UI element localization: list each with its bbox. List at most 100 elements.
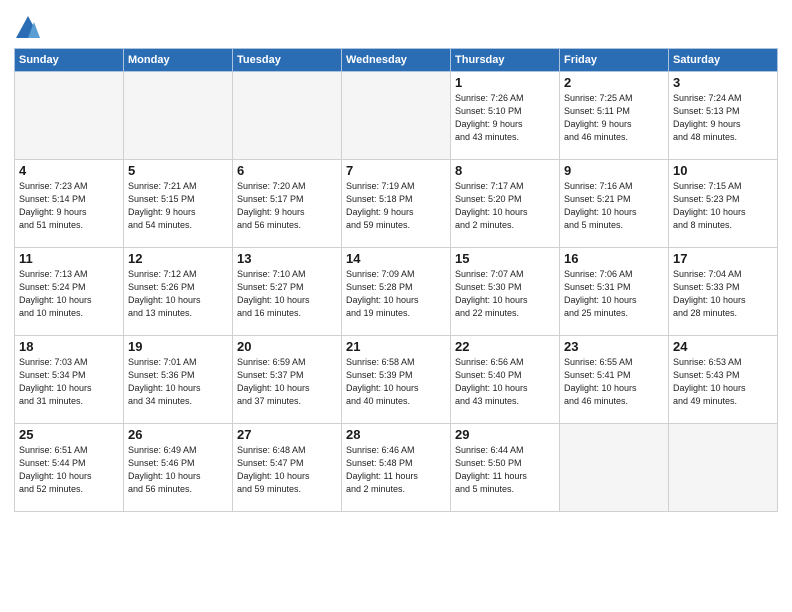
day-number: 1 xyxy=(455,75,555,90)
day-info: Sunrise: 7:01 AMSunset: 5:36 PMDaylight:… xyxy=(128,356,228,408)
day-info: Sunrise: 7:03 AMSunset: 5:34 PMDaylight:… xyxy=(19,356,119,408)
day-info: Sunrise: 6:44 AMSunset: 5:50 PMDaylight:… xyxy=(455,444,555,496)
day-info: Sunrise: 7:17 AMSunset: 5:20 PMDaylight:… xyxy=(455,180,555,232)
day-header-saturday: Saturday xyxy=(669,49,778,72)
logo xyxy=(14,14,44,42)
calendar-cell xyxy=(233,72,342,160)
day-number: 28 xyxy=(346,427,446,442)
day-info: Sunrise: 7:12 AMSunset: 5:26 PMDaylight:… xyxy=(128,268,228,320)
day-number: 4 xyxy=(19,163,119,178)
calendar-cell xyxy=(124,72,233,160)
calendar-cell: 28Sunrise: 6:46 AMSunset: 5:48 PMDayligh… xyxy=(342,424,451,512)
day-header-monday: Monday xyxy=(124,49,233,72)
day-number: 9 xyxy=(564,163,664,178)
day-number: 18 xyxy=(19,339,119,354)
day-info: Sunrise: 7:23 AMSunset: 5:14 PMDaylight:… xyxy=(19,180,119,232)
calendar-cell: 27 Sunrise: 6:48 AMSunset: 5:47 PMDayligh… xyxy=(233,424,342,512)
calendar-cell: 7 Sunrise: 7:19 AMSunset: 5:18 PMDaylight… xyxy=(342,160,451,248)
day-info: Sunrise: 7:15 AMSunset: 5:23 PMDaylight:… xyxy=(673,180,773,232)
day-info: Sunrise: 6:48 AMSunset: 5:47 PMDaylight:… xyxy=(237,444,337,496)
day-number: 24 xyxy=(673,339,773,354)
calendar-week-5: 25 Sunrise: 6:51 AMSunset: 5:44 PMDayligh… xyxy=(15,424,778,512)
calendar-week-4: 18 Sunrise: 7:03 AMSunset: 5:34 PMDayligh… xyxy=(15,336,778,424)
calendar-cell: 13 Sunrise: 7:10 AMSunset: 5:27 PMDayligh… xyxy=(233,248,342,336)
day-info: Sunrise: 7:20 AMSunset: 5:17 PMDaylight:… xyxy=(237,180,337,232)
calendar-week-3: 11Sunrise: 7:13 AMSunset: 5:24 PMDayligh… xyxy=(15,248,778,336)
calendar-cell: 25 Sunrise: 6:51 AMSunset: 5:44 PMDayligh… xyxy=(15,424,124,512)
calendar-cell: 3Sunrise: 7:24 AMSunset: 5:13 PMDaylight… xyxy=(669,72,778,160)
day-number: 23 xyxy=(564,339,664,354)
day-number: 2 xyxy=(564,75,664,90)
calendar-cell: 15 Sunrise: 7:07 AMSunset: 5:30 PMDayligh… xyxy=(451,248,560,336)
calendar-cell: 24 Sunrise: 6:53 AMSunset: 5:43 PMDayligh… xyxy=(669,336,778,424)
calendar-cell: 2 Sunrise: 7:25 AMSunset: 5:11 PMDaylight… xyxy=(560,72,669,160)
day-info: Sunrise: 7:21 AMSunset: 5:15 PMDaylight:… xyxy=(128,180,228,232)
calendar-cell: 6 Sunrise: 7:20 AMSunset: 5:17 PMDaylight… xyxy=(233,160,342,248)
day-number: 16 xyxy=(564,251,664,266)
calendar-cell: 10 Sunrise: 7:15 AMSunset: 5:23 PMDayligh… xyxy=(669,160,778,248)
logo-icon xyxy=(14,14,42,42)
calendar-cell: 5 Sunrise: 7:21 AMSunset: 5:15 PMDaylight… xyxy=(124,160,233,248)
calendar-cell xyxy=(15,72,124,160)
calendar-cell: 12 Sunrise: 7:12 AMSunset: 5:26 PMDayligh… xyxy=(124,248,233,336)
calendar-cell: 19 Sunrise: 7:01 AMSunset: 5:36 PMDayligh… xyxy=(124,336,233,424)
day-number: 6 xyxy=(237,163,337,178)
day-number: 10 xyxy=(673,163,773,178)
day-number: 8 xyxy=(455,163,555,178)
day-number: 5 xyxy=(128,163,228,178)
day-info: Sunrise: 7:19 AMSunset: 5:18 PMDaylight:… xyxy=(346,180,446,232)
calendar-table: SundayMondayTuesdayWednesdayThursdayFrid… xyxy=(14,48,778,512)
day-info: Sunrise: 6:58 AMSunset: 5:39 PMDaylight:… xyxy=(346,356,446,408)
day-info: Sunrise: 6:59 AMSunset: 5:37 PMDaylight:… xyxy=(237,356,337,408)
calendar-cell: 22Sunrise: 6:56 AMSunset: 5:40 PMDayligh… xyxy=(451,336,560,424)
calendar-cell: 23 Sunrise: 6:55 AMSunset: 5:41 PMDayligh… xyxy=(560,336,669,424)
calendar-week-1: 1 Sunrise: 7:26 AMSunset: 5:10 PMDaylight… xyxy=(15,72,778,160)
day-number: 25 xyxy=(19,427,119,442)
day-info: Sunrise: 7:26 AMSunset: 5:10 PMDaylight:… xyxy=(455,92,555,144)
calendar-header-row: SundayMondayTuesdayWednesdayThursdayFrid… xyxy=(15,49,778,72)
day-info: Sunrise: 6:51 AMSunset: 5:44 PMDaylight:… xyxy=(19,444,119,496)
calendar-cell: 11Sunrise: 7:13 AMSunset: 5:24 PMDayligh… xyxy=(15,248,124,336)
calendar-cell: 14 Sunrise: 7:09 AMSunset: 5:28 PMDayligh… xyxy=(342,248,451,336)
day-info: Sunrise: 6:49 AMSunset: 5:46 PMDaylight:… xyxy=(128,444,228,496)
calendar-cell: 26 Sunrise: 6:49 AMSunset: 5:46 PMDayligh… xyxy=(124,424,233,512)
calendar-cell: 17Sunrise: 7:04 AMSunset: 5:33 PMDayligh… xyxy=(669,248,778,336)
day-number: 13 xyxy=(237,251,337,266)
day-info: Sunrise: 7:06 AMSunset: 5:31 PMDaylight:… xyxy=(564,268,664,320)
day-info: Sunrise: 7:24 AMSunset: 5:13 PMDaylight:… xyxy=(673,92,773,144)
day-info: Sunrise: 7:13 AMSunset: 5:24 PMDaylight:… xyxy=(19,268,119,320)
calendar-cell: 29 Sunrise: 6:44 AMSunset: 5:50 PMDayligh… xyxy=(451,424,560,512)
day-number: 14 xyxy=(346,251,446,266)
day-number: 19 xyxy=(128,339,228,354)
calendar-week-2: 4 Sunrise: 7:23 AMSunset: 5:14 PMDaylight… xyxy=(15,160,778,248)
day-info: Sunrise: 7:09 AMSunset: 5:28 PMDaylight:… xyxy=(346,268,446,320)
day-header-sunday: Sunday xyxy=(15,49,124,72)
day-info: Sunrise: 6:53 AMSunset: 5:43 PMDaylight:… xyxy=(673,356,773,408)
day-number: 7 xyxy=(346,163,446,178)
calendar-cell: 16 Sunrise: 7:06 AMSunset: 5:31 PMDayligh… xyxy=(560,248,669,336)
day-info: Sunrise: 6:55 AMSunset: 5:41 PMDaylight:… xyxy=(564,356,664,408)
header xyxy=(14,10,778,42)
day-info: Sunrise: 6:56 AMSunset: 5:40 PMDaylight:… xyxy=(455,356,555,408)
page-container: SundayMondayTuesdayWednesdayThursdayFrid… xyxy=(0,0,792,520)
calendar-cell: 20 Sunrise: 6:59 AMSunset: 5:37 PMDayligh… xyxy=(233,336,342,424)
calendar-cell xyxy=(560,424,669,512)
day-info: Sunrise: 7:16 AMSunset: 5:21 PMDaylight:… xyxy=(564,180,664,232)
day-number: 26 xyxy=(128,427,228,442)
day-header-tuesday: Tuesday xyxy=(233,49,342,72)
day-info: Sunrise: 7:04 AMSunset: 5:33 PMDaylight:… xyxy=(673,268,773,320)
calendar-cell: 9 Sunrise: 7:16 AMSunset: 5:21 PMDaylight… xyxy=(560,160,669,248)
day-header-friday: Friday xyxy=(560,49,669,72)
day-number: 20 xyxy=(237,339,337,354)
day-number: 12 xyxy=(128,251,228,266)
calendar-cell: 1 Sunrise: 7:26 AMSunset: 5:10 PMDaylight… xyxy=(451,72,560,160)
day-info: Sunrise: 7:10 AMSunset: 5:27 PMDaylight:… xyxy=(237,268,337,320)
day-number: 21 xyxy=(346,339,446,354)
day-number: 27 xyxy=(237,427,337,442)
day-number: 15 xyxy=(455,251,555,266)
day-info: Sunrise: 7:25 AMSunset: 5:11 PMDaylight:… xyxy=(564,92,664,144)
day-number: 29 xyxy=(455,427,555,442)
calendar-cell xyxy=(342,72,451,160)
day-header-thursday: Thursday xyxy=(451,49,560,72)
day-info: Sunrise: 7:07 AMSunset: 5:30 PMDaylight:… xyxy=(455,268,555,320)
